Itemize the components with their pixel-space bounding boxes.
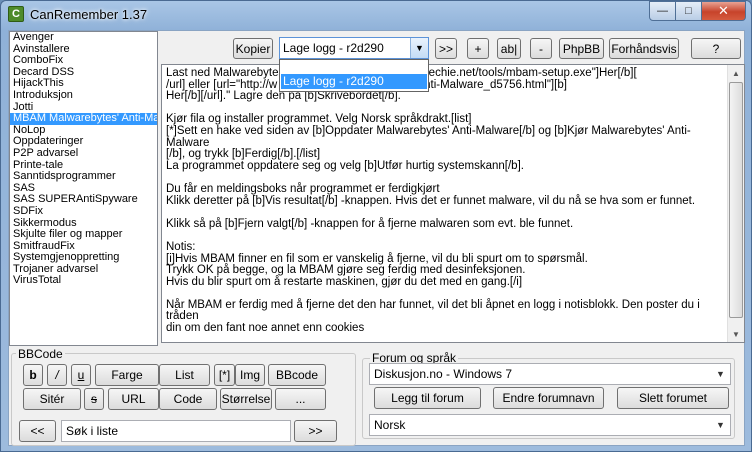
list-item[interactable]: SmitfraudFix <box>10 241 157 253</box>
next-template-button[interactable]: >> <box>435 38 457 59</box>
template-text: Last ned Malwarebytes w.besttechie.net/t… <box>166 67 700 335</box>
maximize-icon: □ <box>685 5 692 17</box>
forum-select[interactable]: Diskusjon.no - Windows 7 ▼ <box>369 363 731 385</box>
language-select[interactable]: Norsk ▼ <box>369 414 731 436</box>
maximize-button[interactable]: □ <box>676 1 702 21</box>
help-button[interactable]: ? <box>691 38 741 59</box>
vertical-scrollbar[interactable]: ▲ ▼ <box>727 65 744 342</box>
close-icon: ✕ <box>718 3 729 18</box>
title-bar: C CanRemember 1.37 — □ ✕ <box>1 1 751 29</box>
list-item[interactable]: Avenger <box>10 32 157 44</box>
list-item[interactable]: SAS SUPERAntiSpyware <box>10 194 157 206</box>
close-button[interactable]: ✕ <box>702 1 746 21</box>
phpbb-button[interactable]: PhpBB <box>559 38 604 59</box>
list-item[interactable]: Systemgjenoppretting <box>10 252 157 264</box>
chevron-down-icon[interactable]: ▼ <box>713 366 728 382</box>
list-item[interactable]: Skjulte filer og mapper <box>10 229 157 241</box>
list-item[interactable]: Sikkermodus <box>10 218 157 230</box>
list-item[interactable]: Oppdateringer <box>10 136 157 148</box>
italic-button[interactable]: / <box>47 364 67 386</box>
list-item[interactable]: NoLop <box>10 125 157 137</box>
delete-forum-button[interactable]: Slett forumet <box>617 387 729 409</box>
list-item[interactable]: MBAM Malwarebytes' Anti-Malware <box>10 113 157 125</box>
dropdown-option[interactable]: Lage logg - r2d290 <box>281 74 427 89</box>
log-select-dropdown: Lage logg - r2d290 <box>279 59 429 92</box>
list-button[interactable]: List <box>159 364 210 386</box>
copy-button[interactable]: Kopier <box>233 38 273 59</box>
bbcode-group-label: BBCode <box>16 347 65 361</box>
img-button[interactable]: Img <box>235 364 265 386</box>
size-button[interactable]: Størrelse <box>220 388 272 410</box>
list-item[interactable]: Jotti <box>10 102 157 114</box>
list-item[interactable]: SDFix <box>10 206 157 218</box>
window-title: CanRemember 1.37 <box>30 7 148 22</box>
add-template-button[interactable]: + <box>467 38 489 59</box>
rename-button[interactable]: ab| <box>497 38 521 59</box>
more-button[interactable]: ... <box>275 388 326 410</box>
preview-button[interactable]: Forhåndsvis <box>609 38 679 59</box>
next-match-button[interactable]: >> <box>294 420 337 442</box>
log-select-value: Lage logg - r2d290 <box>283 41 384 55</box>
add-forum-button[interactable]: Legg til forum <box>374 387 481 409</box>
scroll-thumb[interactable] <box>729 82 743 318</box>
app-icon: C <box>8 6 24 22</box>
minimize-icon: — <box>657 5 668 17</box>
window-controls: — □ ✕ <box>649 1 746 21</box>
list-item[interactable]: P2P advarsel <box>10 148 157 160</box>
rename-forum-button[interactable]: Endre forumnavn <box>493 387 604 409</box>
chevron-down-icon[interactable]: ▼ <box>410 38 428 58</box>
scroll-up-icon[interactable]: ▲ <box>728 65 744 81</box>
template-list[interactable]: Avenger Avinstallere ComboFix Decard DSS Hij… <box>9 31 158 346</box>
chevron-down-icon[interactable]: ▼ <box>713 417 728 433</box>
language-select-value: Norsk <box>374 418 406 432</box>
list-item[interactable]: HijackThis <box>10 78 157 90</box>
scroll-down-icon[interactable]: ▼ <box>728 326 744 342</box>
list-item[interactable]: SAS <box>10 183 157 195</box>
list-item[interactable]: Sanntidsprogrammer <box>10 171 157 183</box>
list-item[interactable]: ComboFix <box>10 55 157 67</box>
previous-match-button[interactable]: << <box>19 420 56 442</box>
app-window: C CanRemember 1.37 — □ ✕ Avenger Avinstal… <box>0 0 752 452</box>
color-button[interactable]: Farge <box>95 364 159 386</box>
bold-button[interactable]: b <box>23 364 43 386</box>
code-button[interactable]: Code <box>159 388 217 410</box>
url-button[interactable]: URL <box>108 388 159 410</box>
remove-template-button[interactable]: - <box>530 38 552 59</box>
list-item[interactable]: Printe-tale <box>10 160 157 172</box>
list-item[interactable]: Trojaner advarsel <box>10 264 157 276</box>
search-input[interactable]: Søk i liste <box>61 420 291 442</box>
client-area: Avenger Avinstallere ComboFix Decard DSS Hij… <box>8 30 745 446</box>
log-select[interactable]: Lage logg - r2d290 ▼ <box>279 37 429 59</box>
list-item[interactable]: VirusTotal <box>10 275 157 287</box>
quote-button[interactable]: Sitér <box>23 388 81 410</box>
forum-select-value: Diskusjon.no - Windows 7 <box>374 367 513 381</box>
list-item[interactable]: Decard DSS <box>10 67 157 79</box>
list-item[interactable]: Avinstallere <box>10 44 157 56</box>
underline-button[interactable]: u <box>71 364 91 386</box>
strike-button[interactable]: s <box>84 388 104 410</box>
minimize-button[interactable]: — <box>649 1 676 21</box>
template-text-editor[interactable]: Last ned Malwarebytes w.besttechie.net/t… <box>161 64 745 343</box>
list-item-button[interactable]: [*] <box>214 364 235 386</box>
list-item[interactable]: Introduksjon <box>10 90 157 102</box>
bbcode-button[interactable]: BBcode <box>268 364 326 386</box>
